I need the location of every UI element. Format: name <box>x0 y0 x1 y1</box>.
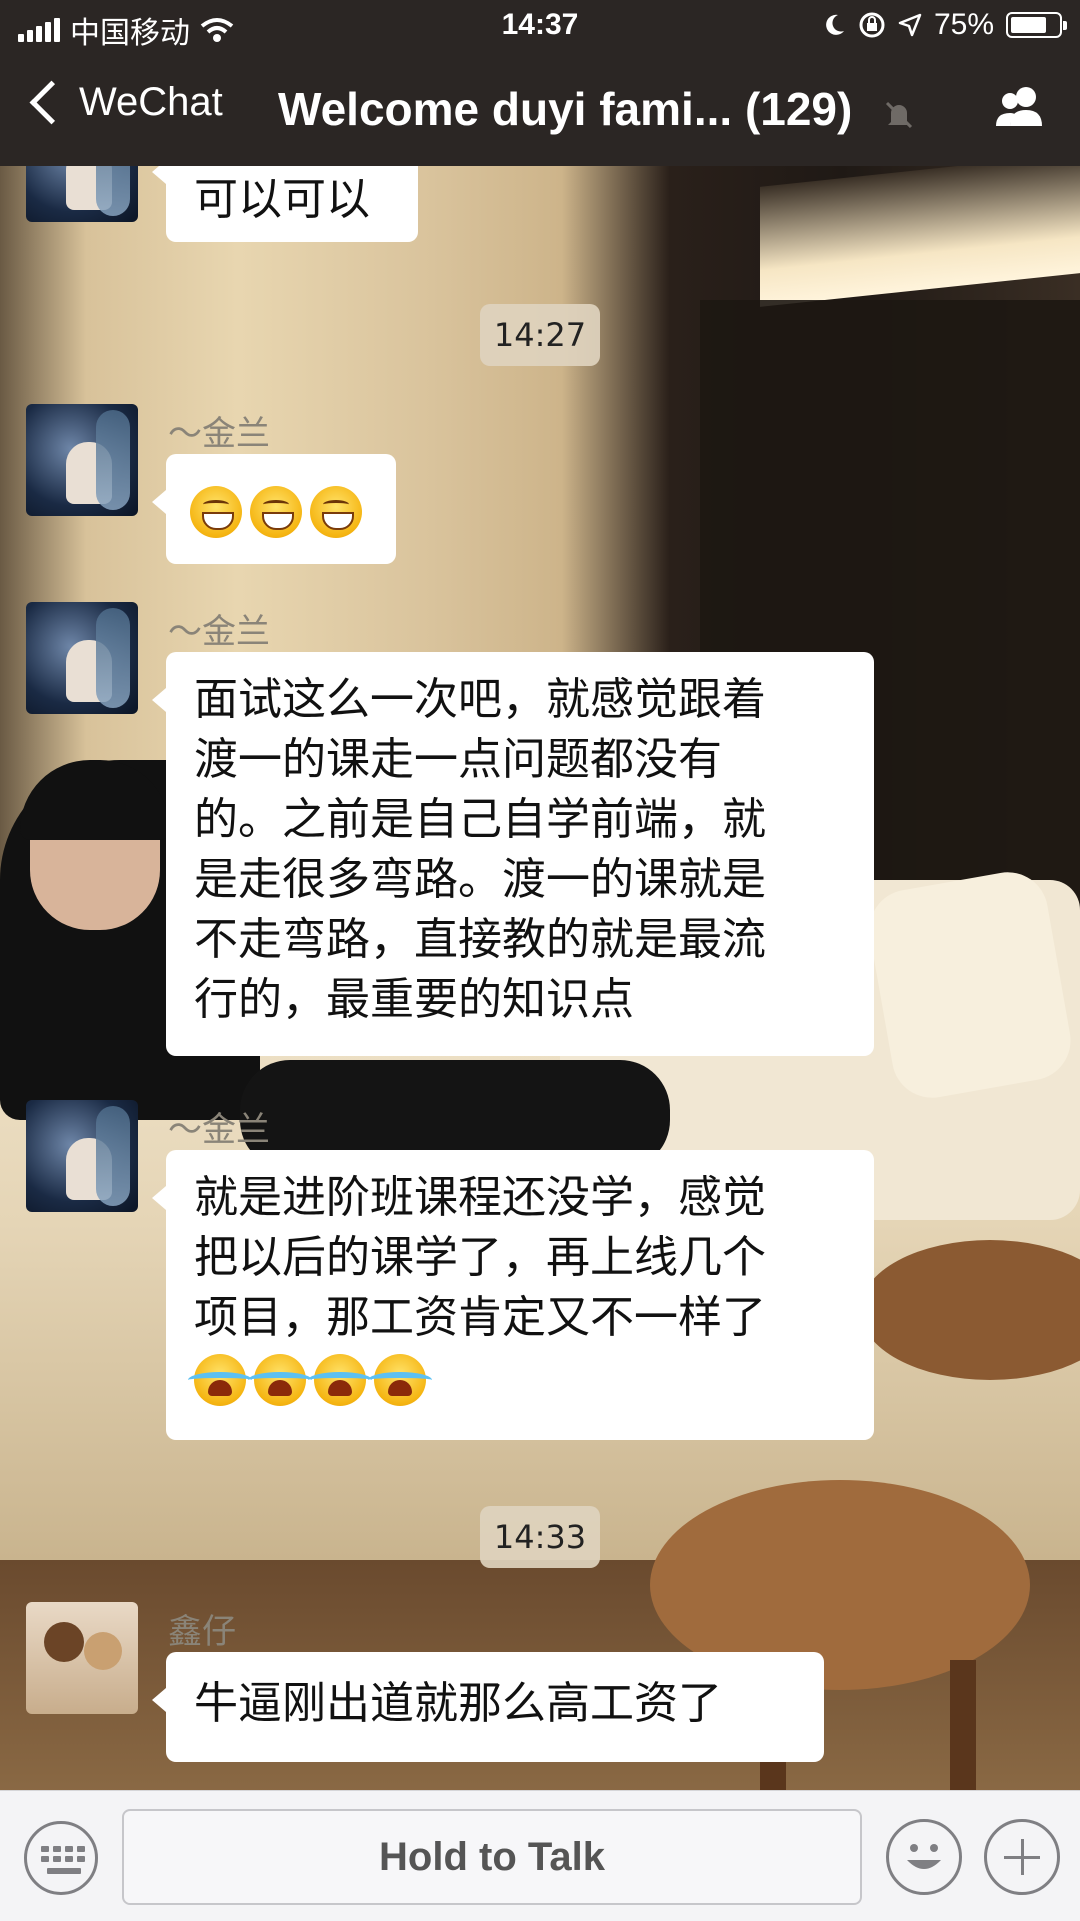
timestamp-label: 14:27 <box>479 304 601 366</box>
timestamp: 14:27 <box>0 304 1080 366</box>
message-line: 渡一的课走一点问题都没有 <box>194 734 722 785</box>
back-label: WeChat <box>79 80 223 124</box>
input-bar: Hold to Talk <box>0 1790 1080 1921</box>
message-bubble[interactable]: 可以可以 <box>152 166 418 242</box>
rotation-lock-icon <box>859 12 885 38</box>
message-line: 不走弯路，直接教的就是最流 <box>194 914 766 965</box>
avatar[interactable] <box>26 1602 138 1714</box>
status-bar: 中国移动 14:37 75% <box>0 0 1080 54</box>
battery-icon <box>1006 12 1067 38</box>
grin-emoji-icon <box>190 486 242 538</box>
crying-laughing-emoji-icon <box>308 1354 372 1406</box>
nav-bar: WeChat Welcome duyi fami... (129) <box>0 54 1080 166</box>
location-icon <box>898 13 922 37</box>
sender-name: ～金兰 <box>168 414 270 454</box>
grin-emoji-icon <box>250 486 302 538</box>
sender-name: ～金兰 <box>168 1110 270 1150</box>
message-bubble[interactable]: 牛逼刚出道就那么高工资了 <box>152 1652 824 1762</box>
message-line: 把以后的课学了，再上线几个 <box>194 1232 766 1283</box>
message-line: 是走很多弯路。渡一的课就是 <box>194 854 766 905</box>
timestamp-label: 14:33 <box>479 1506 601 1568</box>
crying-laughing-emoji-icon <box>368 1354 432 1406</box>
message-line: 的。之前是自己自学前端，就 <box>194 794 766 845</box>
keyboard-toggle-icon[interactable] <box>24 1821 98 1895</box>
back-button[interactable]: WeChat <box>22 80 223 125</box>
message-line: 就是进阶班课程还没学，感觉 <box>194 1172 766 1223</box>
chevron-left-icon <box>29 80 74 125</box>
hold-to-talk-button[interactable]: Hold to Talk <box>122 1809 862 1905</box>
sender-name: 鑫仔 <box>168 1612 236 1652</box>
message-line: 项目，那工资肯定又不一样了 <box>194 1292 766 1343</box>
message-text: 牛逼刚出道就那么高工资了 <box>194 1678 722 1729</box>
message-line: 面试这么一次吧，就感觉跟着 <box>194 674 766 725</box>
group-members-icon[interactable] <box>990 82 1050 134</box>
moon-icon <box>826 14 844 35</box>
crying-laughing-emoji-icon <box>188 1354 252 1406</box>
message-bubble[interactable]: 面试这么一次吧，就感觉跟着 渡一的课走一点问题都没有 的。之前是自己自学前端，就… <box>152 652 874 1056</box>
battery-percent: 75% <box>933 8 994 41</box>
avatar[interactable] <box>26 166 138 222</box>
emoji-picker-icon[interactable] <box>886 1819 962 1895</box>
crying-laughing-emoji-icon <box>248 1354 312 1406</box>
timestamp: 14:33 <box>0 1506 1080 1568</box>
chat-messages[interactable]: 可以可以 14:27 ～金兰 ～金兰 面试这么一次吧，就感觉跟着 渡一的课走一点… <box>0 166 1080 1790</box>
avatar[interactable] <box>26 1100 138 1212</box>
grin-emoji-icon <box>310 486 362 538</box>
sender-name: ～金兰 <box>168 612 270 652</box>
mute-bell-icon <box>885 101 913 129</box>
avatar[interactable] <box>26 602 138 714</box>
chat-title: Welcome duyi fami... (129) <box>278 83 853 135</box>
message-line: 行的，最重要的知识点 <box>194 974 634 1025</box>
message-bubble[interactable]: 就是进阶班课程还没学，感觉 把以后的课学了，再上线几个 项目，那工资肯定又不一样… <box>152 1150 874 1440</box>
more-options-plus-icon[interactable] <box>984 1819 1060 1895</box>
message-bubble[interactable] <box>152 454 396 564</box>
avatar[interactable] <box>26 404 138 516</box>
message-text: 可以可以 <box>194 174 370 225</box>
